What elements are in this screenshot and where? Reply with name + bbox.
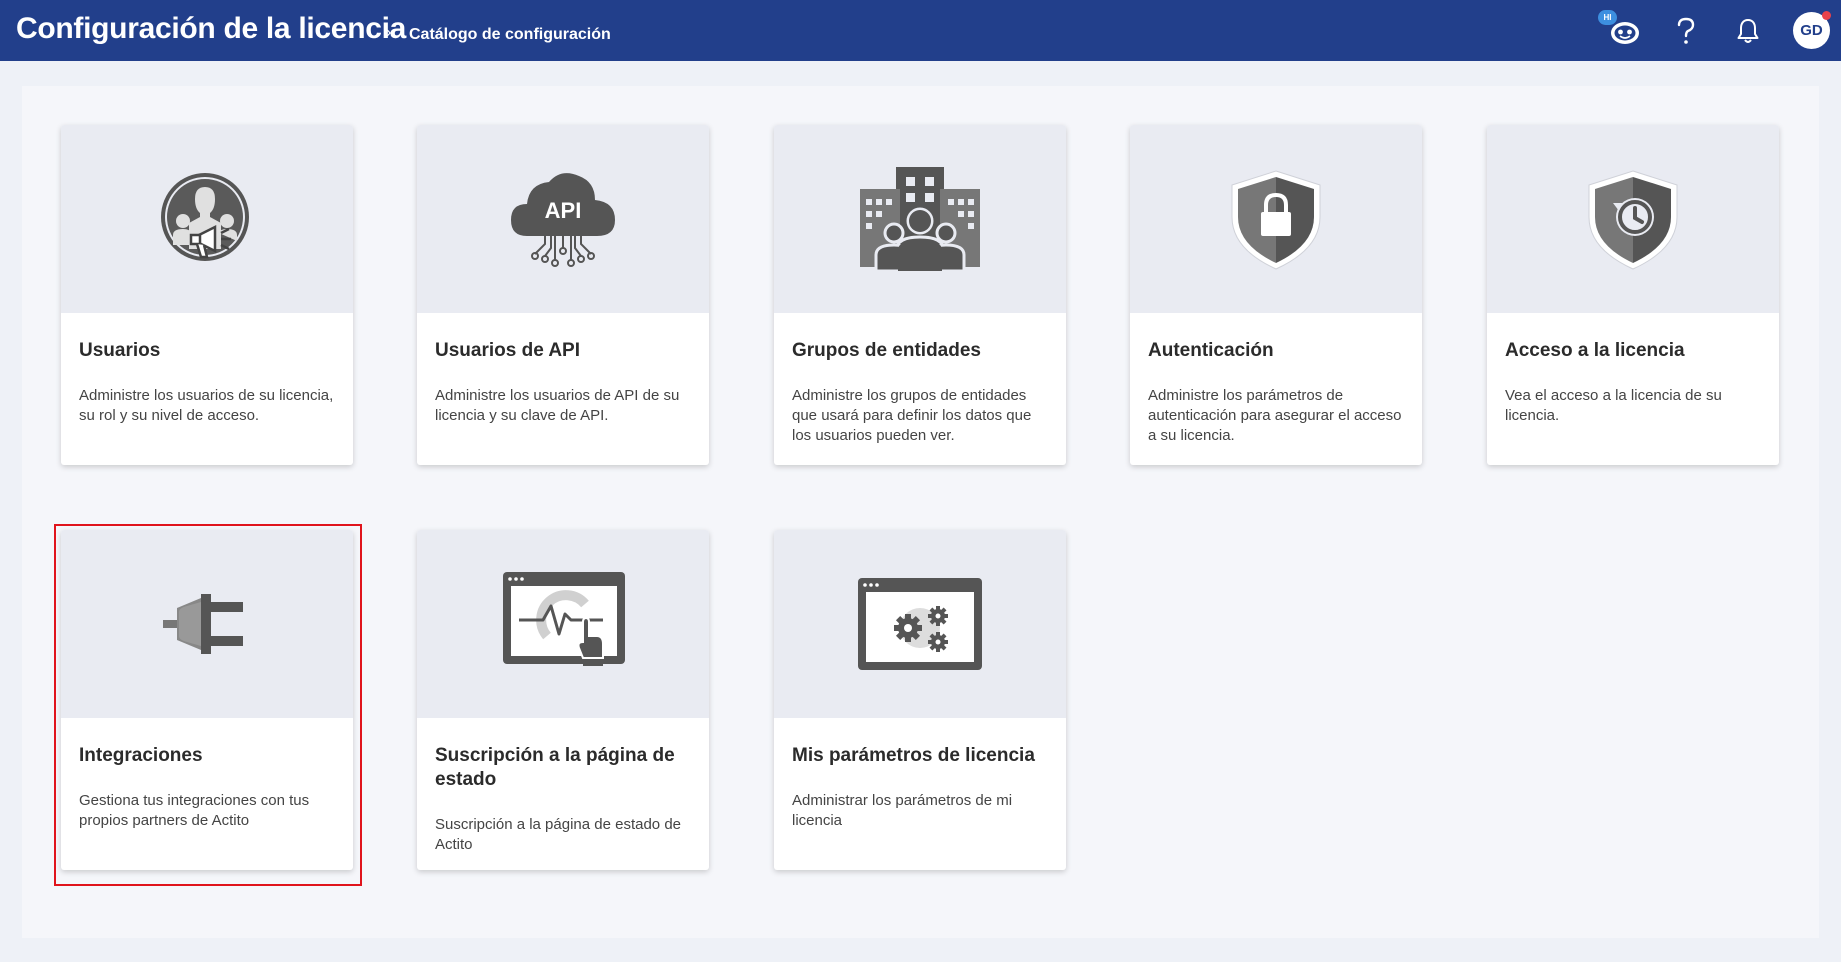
card-mis-parametros[interactable]: Mis parámetros de licencia Administrar l… — [774, 530, 1066, 870]
card-description: Administre los usuarios de API de su lic… — [435, 387, 680, 424]
card-art — [1130, 125, 1422, 313]
page-title: Configuración de la licencia — [16, 12, 407, 45]
api-cloud-icon: API — [511, 173, 615, 267]
breadcrumb-separator: › — [386, 24, 392, 41]
card-description: Vea el acceso a la licencia de su licenc… — [1505, 387, 1722, 424]
user-avatar[interactable]: GD — [1793, 11, 1831, 49]
card-title: Mis parámetros de licencia — [792, 745, 1035, 766]
card-title: Usuarios — [79, 340, 161, 361]
card-title: Acceso a la licencia — [1505, 340, 1685, 361]
card-autenticacion[interactable]: Autenticación Administre los parámetros … — [1130, 125, 1422, 465]
svg-text:API: API — [545, 198, 582, 223]
notifications-bell-icon[interactable] — [1729, 12, 1767, 50]
card-suscripcion-estado[interactable]: Suscripción a la página de estado Suscri… — [417, 530, 709, 870]
assistant-hi-badge: HI — [1598, 10, 1617, 25]
avatar-initials: GD — [1800, 22, 1823, 39]
selection-highlight — [54, 524, 362, 886]
card-acceso-licencia[interactable]: Acceso a la licencia Vea el acceso a la … — [1487, 125, 1779, 465]
card-usuarios-api[interactable]: API Usuarios de API Administre los usuar… — [417, 125, 709, 465]
card-art — [774, 125, 1066, 313]
entity-groups-icon — [860, 167, 980, 273]
card-grupos-entidades[interactable]: Grupos de entidades Administre los grupo… — [774, 125, 1066, 465]
settings-window-icon — [858, 578, 982, 670]
card-title: Grupos de entidades — [792, 340, 981, 361]
users-icon — [161, 173, 249, 261]
card-title: Suscripción a la página de estado — [435, 745, 675, 790]
card-title: Autenticación — [1148, 340, 1274, 361]
card-description: Administre los usuarios de su licencia, … — [79, 387, 334, 424]
card-usuarios[interactable]: Usuarios Administre los usuarios de su l… — [61, 125, 353, 465]
top-bar: Configuración de la licencia › Catálogo … — [0, 0, 1841, 61]
help-icon[interactable] — [1667, 12, 1705, 50]
shield-history-icon — [1588, 170, 1678, 270]
breadcrumb-current[interactable]: Catálogo de configuración — [409, 26, 611, 44]
shield-lock-icon — [1231, 170, 1321, 270]
card-art — [61, 125, 353, 313]
status-monitor-icon — [503, 572, 625, 666]
card-description: Suscripción a la página de estado de Act… — [435, 816, 682, 853]
card-art — [417, 530, 709, 718]
card-art — [1487, 125, 1779, 313]
avatar-notification-dot — [1822, 11, 1831, 20]
card-description: Administre los grupos de entidades que u… — [792, 387, 1032, 444]
card-description: Administre los parámetros de autenticaci… — [1148, 387, 1402, 444]
card-art — [774, 530, 1066, 718]
card-title: Usuarios de API — [435, 340, 581, 361]
card-art: API — [417, 125, 709, 313]
card-description: Administrar los parámetros de mi licenci… — [792, 792, 1013, 829]
